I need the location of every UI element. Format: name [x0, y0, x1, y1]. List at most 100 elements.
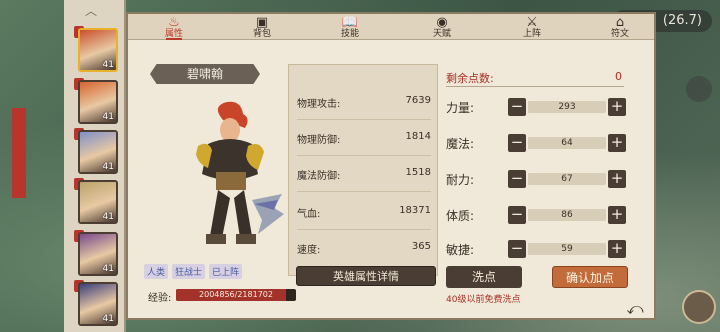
corner-action-button[interactable]	[682, 290, 716, 324]
hero-avatar[interactable]: 41	[78, 130, 118, 174]
stat-label: 气血:	[297, 209, 321, 220]
reset-points-note: 40级以前免费洗点	[446, 295, 521, 305]
attr-value: 67	[561, 174, 573, 184]
tab-2[interactable]: 📖 技能	[320, 14, 380, 40]
stat-label: 魔法防御:	[297, 171, 341, 182]
hero-avatar[interactable]: 41	[78, 80, 118, 124]
attr-value-box: 86	[528, 209, 606, 221]
hero-avatar-list: ︿ 41 41 41 41 41 41	[64, 0, 126, 332]
stat-value: 7639	[405, 95, 431, 106]
increase-strength-button[interactable]: +	[608, 98, 626, 116]
decrease-magic-button[interactable]: −	[508, 134, 526, 152]
tab-label: 符文	[610, 29, 629, 39]
attr-value-box: 64	[528, 137, 606, 149]
decrease-endurance-button[interactable]: −	[508, 170, 526, 188]
stat-divider	[297, 119, 431, 120]
attr-label: 体质:	[446, 209, 475, 223]
attr-value-box: 293	[528, 101, 606, 113]
stat-speed: 速度: 365	[297, 237, 431, 257]
confirm-points-button[interactable]: 确认加点	[552, 266, 628, 288]
avatar-level: 41	[102, 314, 114, 324]
tab-3[interactable]: ◉ 天赋	[412, 14, 472, 40]
attr-value-box: 67	[528, 173, 606, 185]
backpack-icon: ▣	[255, 15, 269, 30]
attr-constitution: 体质: − 86 +	[446, 204, 632, 226]
attr-value: 64	[561, 138, 573, 148]
attr-agility: 敏捷: − 59 +	[446, 238, 632, 260]
hero-avatar[interactable]: 41	[78, 232, 118, 276]
attr-label: 力量:	[446, 101, 475, 115]
tab-label: 背包	[252, 29, 271, 39]
attr-value: 59	[561, 244, 573, 254]
attr-value: 293	[558, 102, 576, 112]
increase-constitution-button[interactable]: +	[608, 206, 626, 224]
stat-divider	[297, 191, 431, 192]
stat-magic-defense: 魔法防御: 1518	[297, 163, 431, 183]
hero-tags: 人类 狂战士 已上阵	[144, 264, 243, 279]
stat-value: 18371	[399, 205, 431, 216]
map-icon[interactable]	[686, 76, 712, 102]
remaining-points-label: 剩余点数:	[446, 72, 494, 85]
attr-value: 86	[561, 210, 573, 220]
attr-label: 敏捷:	[446, 243, 475, 257]
tab-bar: ♨ 属性 ▣ 背包 📖 技能 ◉ 天赋 ⚔ 上阵 ⌂ 符文	[128, 14, 654, 40]
attr-endurance: 耐力: − 67 +	[446, 168, 632, 190]
hero-name: 碧啸翰	[150, 64, 260, 84]
decrease-strength-button[interactable]: −	[508, 98, 526, 116]
increase-magic-button[interactable]: +	[608, 134, 626, 152]
stat-label: 物理攻击:	[297, 99, 341, 110]
attr-label: 魔法:	[446, 137, 475, 151]
avatar-level: 41	[102, 112, 114, 122]
stat-value: 1814	[405, 131, 431, 142]
tab-label: 上阵	[522, 29, 541, 39]
avatar-level: 41	[102, 212, 114, 222]
hero-avatar[interactable]: 41	[78, 180, 118, 224]
eye-icon: ◉	[436, 15, 448, 30]
exp-value: 2004856/2181702	[199, 290, 273, 299]
exp-bar: 2004856/2181702	[176, 289, 296, 301]
stat-physical-attack: 物理攻击: 7639	[297, 91, 431, 111]
book-icon: 📖	[341, 15, 359, 30]
attr-value-box: 59	[528, 243, 606, 255]
return-arrow-icon[interactable]: ⤺	[620, 298, 650, 320]
stat-divider	[297, 155, 431, 156]
chevron-up-icon[interactable]: ︿	[84, 5, 98, 17]
remaining-points-value: 0	[615, 70, 622, 83]
hero-panel: ♨ 属性 ▣ 背包 📖 技能 ◉ 天赋 ⚔ 上阵 ⌂ 符文 碧啸翰 人类 狂战士 已上阵 经验: 20…	[126, 12, 656, 320]
stat-value: 365	[411, 241, 431, 252]
hero-avatar[interactable]: 41	[78, 282, 118, 326]
attr-magic: 魔法: − 64 +	[446, 132, 632, 154]
hero-portrait	[196, 101, 284, 244]
divider	[446, 86, 624, 87]
avatar-level: 41	[102, 162, 114, 172]
tab-4[interactable]: ⚔ 上阵	[502, 14, 562, 40]
side-ribbon	[12, 108, 26, 198]
avatar-level: 41	[102, 264, 114, 274]
tab-1[interactable]: ▣ 背包	[232, 14, 292, 40]
stat-label: 速度:	[297, 245, 321, 256]
increase-agility-button[interactable]: +	[608, 240, 626, 258]
tab-label: 属性	[164, 29, 183, 39]
decrease-agility-button[interactable]: −	[508, 240, 526, 258]
avatar-level: 41	[102, 60, 114, 70]
tab-0[interactable]: ♨ 属性	[144, 14, 204, 40]
reset-points-button[interactable]: 洗点	[446, 266, 522, 288]
tag-class: 狂战士	[172, 264, 206, 279]
stat-label: 物理防御:	[297, 135, 341, 146]
attr-label: 耐力:	[446, 173, 475, 187]
tag-race: 人类	[144, 264, 169, 279]
stat-hp: 气血: 18371	[297, 201, 431, 221]
stat-physical-defense: 物理防御: 1814	[297, 127, 431, 147]
exp-label: 经验:	[148, 293, 172, 304]
stat-divider	[297, 229, 431, 230]
shrine-icon: ⌂	[615, 15, 625, 30]
tab-5[interactable]: ⌂ 符文	[590, 14, 650, 40]
tab-label: 天赋	[432, 29, 451, 39]
increase-endurance-button[interactable]: +	[608, 170, 626, 188]
hero-avatar[interactable]: 41	[78, 28, 118, 72]
flame-icon: ♨	[168, 15, 180, 30]
hero-details-button[interactable]: 英雄属性详情	[296, 266, 436, 286]
decrease-constitution-button[interactable]: −	[508, 206, 526, 224]
tab-label: 技能	[340, 29, 359, 39]
attr-strength: 力量: − 293 +	[446, 96, 632, 118]
